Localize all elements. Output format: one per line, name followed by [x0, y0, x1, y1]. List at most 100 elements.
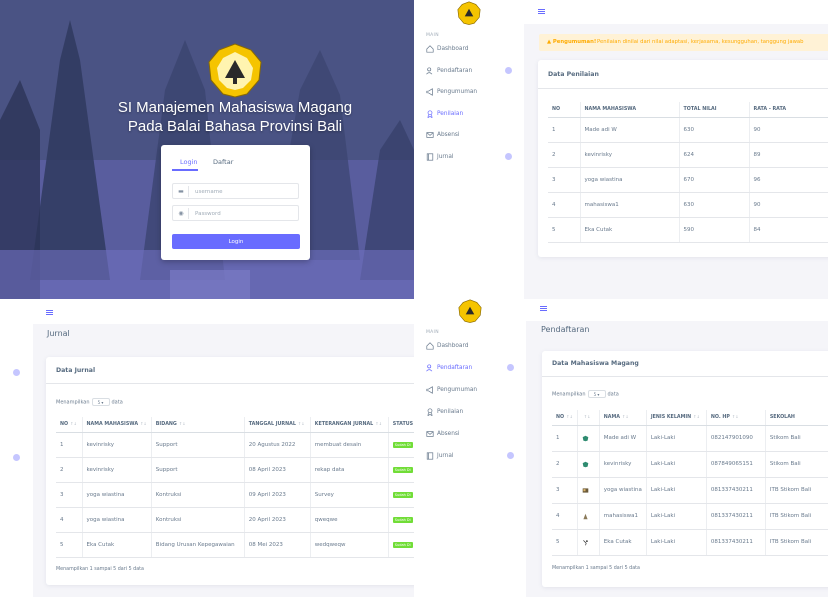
logo-icon — [208, 43, 262, 98]
column-header[interactable]: TOTAL NILAI — [679, 102, 750, 118]
column-header[interactable]: NO. HP ↑↓ — [706, 410, 766, 426]
penilaian-table: NO NAMA MAHASISWA TOTAL NILAI RATA - RAT… — [548, 102, 828, 243]
sidebar-item-absensi[interactable]: Absensi — [414, 425, 526, 447]
sidebar-item-label: Pendaftaran — [437, 67, 473, 74]
cell: Laki-Laki — [646, 503, 707, 530]
sort-icon: ↑↓ — [566, 414, 573, 420]
username-input[interactable] — [195, 186, 295, 197]
column-header[interactable]: NAMA MAHASISWA — [580, 102, 680, 118]
users-icon — [426, 66, 433, 74]
sidebar-item-jurnal[interactable]: Jurnal — [414, 148, 524, 170]
sidebar-item-penilaian[interactable]: Penilaian — [414, 403, 526, 425]
column-header[interactable]: BIDANG ↑↓ — [151, 417, 245, 433]
column-header[interactable]: ↑↓ — [577, 410, 600, 426]
sidebar-item-pengumuman[interactable]: Pengumuman — [414, 381, 526, 403]
menu-toggle-icon[interactable] — [538, 9, 545, 14]
notification-badge — [505, 152, 512, 160]
cell: 081337430211 — [706, 529, 766, 556]
cell: 1 — [56, 432, 83, 458]
column-header[interactable]: NAMA MAHASISWA ↑↓ — [82, 417, 152, 433]
cell: 90 — [749, 192, 828, 218]
cell: kevinrisky — [580, 142, 680, 168]
top-navbar — [524, 0, 828, 24]
entries-suffix: data — [607, 391, 619, 398]
column-header[interactable]: NO ↑↓ — [56, 417, 83, 433]
menu-toggle-icon[interactable] — [46, 310, 53, 315]
cell: 09 April 2023 — [244, 482, 311, 508]
column-header[interactable]: NO ↑↓ — [552, 410, 578, 426]
tab-register[interactable]: Daftar — [213, 158, 233, 166]
card-divider — [542, 376, 828, 377]
tab-login[interactable]: Login — [180, 158, 198, 166]
cell: ITB Stikom Bali — [765, 477, 828, 504]
column-header-label: BIDANG — [155, 422, 177, 428]
status-badge: Sudah Di — [392, 516, 413, 523]
cell: Eka Cutak — [82, 532, 152, 558]
cell: 590 — [679, 217, 750, 243]
cell: mahasiswa1 — [580, 192, 680, 218]
column-header-label: TANGGAL JURNAL — [248, 422, 296, 428]
table-row: 3 yoga wiastina Laki-Laki 081337430211 ITB S… — [552, 477, 828, 504]
sidebar-item-penilaian[interactable]: Penilaian — [414, 105, 524, 127]
column-header[interactable]: NAMA ↑↓ — [599, 410, 647, 426]
cell — [577, 503, 600, 530]
cell: yoga wiastina — [82, 507, 152, 533]
jurnal-card: Data Jurnal Menampilkan 5 ▾ data NO ↑↓ NAMA… — [46, 357, 414, 585]
pendaftaran-screen: MAIN Dashboard Pendaftaran Pengumuman Pe… — [414, 299, 828, 597]
page-title: Jurnal — [47, 329, 70, 338]
active-tab-underline — [172, 169, 198, 171]
cell: Made adi W — [580, 117, 680, 143]
sidebar-edge — [0, 299, 33, 597]
cell: Stikom Bali — [765, 425, 828, 452]
cell: 3 — [552, 477, 578, 504]
sidebar-item-pendaftaran[interactable]: Pendaftaran — [414, 62, 524, 84]
cell: 624 — [679, 142, 750, 168]
password-input[interactable] — [195, 208, 295, 219]
table-footer-info: Menampilkan 1 sampai 5 dari 5 data — [552, 566, 640, 571]
column-header[interactable]: NO — [548, 102, 581, 118]
avatar — [582, 539, 588, 545]
user-icon: ▬ — [178, 188, 184, 195]
sidebar-item-absensi[interactable]: Absensi — [414, 126, 524, 148]
login-button[interactable]: Login — [172, 234, 300, 249]
column-header[interactable]: JENIS KELAMIN ↑↓ — [646, 410, 707, 426]
table-row: 1 kevinrisky Support 20 Agustus 2022 membuat… — [56, 432, 414, 458]
sidebar: MAIN Dashboard Pendaftaran Pengumuman Pe… — [414, 0, 524, 299]
cell: 082147901090 — [706, 425, 766, 452]
sidebar-item-pendaftaran[interactable]: Pendaftaran — [414, 359, 526, 381]
column-header-label: NO — [556, 415, 565, 421]
column-header[interactable]: SEKOLAH — [765, 410, 828, 426]
cell: 08 Mei 2023 — [244, 532, 311, 558]
jurnal-table: NO ↑↓ NAMA MAHASISWA ↑↓ BIDANG ↑↓ TANGGAL J… — [56, 417, 414, 558]
card-divider — [538, 88, 828, 89]
sort-icon: ↑↓ — [693, 414, 700, 420]
logo-icon — [457, 1, 481, 25]
sidebar-item-pengumuman[interactable]: Pengumuman — [414, 83, 524, 105]
cell: kevinrisky — [82, 432, 152, 458]
entries-select[interactable]: 5 ▾ — [91, 398, 110, 406]
password-field: ◉ — [172, 205, 299, 221]
book-icon — [426, 152, 434, 161]
column-header[interactable]: RATA - RATA — [749, 102, 828, 118]
pendaftaran-table: NO ↑↓ ↑↓ NAMA ↑↓ JENIS KELAMIN ↑↓ NO. HP ↑↓ … — [552, 410, 828, 556]
cell: 630 — [679, 192, 750, 218]
sidebar-item-dashboard[interactable]: Dashboard — [414, 337, 526, 359]
sidebar-item-label: Dashboard — [437, 343, 469, 349]
sort-icon: ↑↓ — [622, 414, 629, 420]
logo-icon — [458, 299, 482, 323]
cell: 90 — [749, 117, 828, 143]
column-header[interactable]: STATUS — [388, 417, 414, 433]
sidebar-item-jurnal[interactable]: Jurnal — [414, 447, 526, 469]
entries-prefix: Menampilkan — [552, 391, 586, 398]
menu-toggle-icon[interactable] — [540, 306, 547, 311]
eye-icon: ◉ — [178, 210, 184, 217]
megaphone-icon — [426, 88, 433, 96]
cell: 670 — [679, 167, 750, 193]
column-header[interactable]: KETERANGAN JURNAL ↑↓ — [310, 417, 389, 433]
entries-select[interactable]: 5 ▾ — [587, 390, 606, 398]
sidebar-item-dashboard[interactable]: Dashboard — [414, 40, 524, 62]
page-title: Pendaftaran — [541, 325, 590, 334]
card-title: Data Mahasiswa Magang — [552, 360, 639, 367]
column-header[interactable]: TANGGAL JURNAL ↑↓ — [244, 417, 311, 433]
notification-badge — [507, 364, 514, 371]
